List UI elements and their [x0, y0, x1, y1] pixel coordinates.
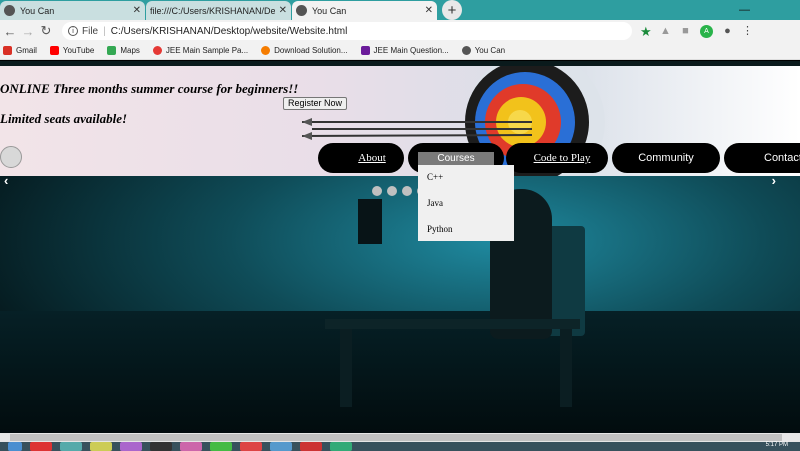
taskbar-app-icon[interactable] [90, 442, 112, 451]
taskbar-app-icon[interactable] [120, 442, 142, 451]
site-icon [152, 46, 162, 55]
tab-strip: You Can ✕ file:///C:/Users/KRISHANAN/Des… [0, 0, 800, 73]
camera-icon[interactable]: ■ [680, 25, 691, 37]
browser-toolbar: ← → ↻ i File | C:/Users/KRISHANAN/Deskto… [0, 20, 800, 42]
bookmark-gmail[interactable]: Gmail [3, 46, 37, 55]
taskbar-app-icon[interactable] [210, 442, 232, 451]
bookmark-jee-sample[interactable]: JEE Main Sample Pa... [152, 46, 249, 55]
taskbar-clock: 5:17 PM [765, 442, 788, 448]
forward-icon[interactable]: → [20, 24, 36, 39]
bookmark-you-can[interactable]: You Can [461, 46, 506, 55]
start-icon[interactable] [8, 442, 22, 451]
course-cpp[interactable]: C++ [418, 165, 514, 191]
slider-next-icon[interactable]: › [772, 173, 776, 188]
browser-tab-3[interactable]: You Can ✕ [292, 1, 437, 20]
slider-dot[interactable] [387, 186, 397, 196]
site-icon [261, 46, 271, 55]
extension-icon[interactable]: ▲ [660, 25, 671, 37]
course-python[interactable]: Python [418, 217, 514, 243]
banner-subline: Limited seats available! [0, 111, 128, 126]
maps-icon [107, 46, 117, 55]
course-java[interactable]: Java [418, 191, 514, 217]
address-bar[interactable]: i File | C:/Users/KRISHANAN/Desktop/webs… [62, 22, 632, 40]
new-tab-button[interactable]: + [442, 0, 462, 20]
globe-icon [4, 5, 15, 16]
taskbar-app-icon[interactable] [240, 442, 262, 451]
site-icon [360, 46, 370, 55]
info-icon[interactable]: i [68, 26, 78, 36]
bookmark-youtube[interactable]: YouTube [49, 46, 95, 55]
tab-title: file:///C:/Users/KRISHANAN/Desk [150, 5, 275, 16]
nav-about-label: About [358, 152, 386, 164]
taskbar-app-icon[interactable] [60, 442, 82, 451]
horizontal-scrollbar[interactable] [0, 433, 800, 442]
logo-image [0, 146, 22, 168]
nav-courses-label[interactable]: Courses [418, 152, 494, 165]
slider-prev-icon[interactable]: ‹ [4, 173, 8, 188]
close-icon[interactable]: ✕ [425, 5, 433, 16]
taskbar-app-icon[interactable] [150, 442, 172, 451]
hero-desk [325, 319, 580, 329]
bookmark-star-icon[interactable]: ★ [640, 25, 652, 38]
hero-desk-leg [340, 329, 352, 407]
slider-dot[interactable] [402, 186, 412, 196]
hero-monitor [358, 199, 382, 244]
nav-contact-label: Contact [764, 152, 800, 164]
courses-dropdown: C++ Java Python [418, 165, 514, 241]
bookmark-jee-question[interactable]: JEE Main Question... [360, 46, 449, 55]
nav-code-label: Code to Play [533, 152, 591, 164]
hero-floor [0, 311, 800, 433]
tab-title: You Can [312, 5, 347, 16]
bookmark-download-solution[interactable]: Download Solution... [261, 46, 348, 55]
windows-taskbar: 5:17 PM [0, 442, 800, 451]
extension-icon[interactable]: ● [722, 25, 733, 37]
bookmark-label: JEE Main Question... [373, 46, 449, 55]
bookmark-label: JEE Main Sample Pa... [165, 46, 249, 55]
nav-about[interactable]: About [318, 143, 404, 173]
menu-icon[interactable]: ⋮ [742, 25, 753, 37]
youtube-icon [49, 46, 59, 55]
toolbar-icons: ★ ▲ ■ A ● ⋮ [640, 24, 753, 38]
reload-icon[interactable]: ↻ [38, 23, 54, 39]
profile-avatar[interactable]: A [700, 24, 713, 38]
bookmark-label: You Can [474, 46, 506, 55]
taskbar-app-icon[interactable] [180, 442, 202, 451]
banner-headline: ONLINE Three months summer course for be… [0, 81, 299, 96]
back-icon[interactable]: ← [2, 24, 18, 39]
taskbar-app-icon[interactable] [330, 442, 352, 451]
gmail-icon [3, 46, 12, 55]
browser-tab-1[interactable]: You Can ✕ [0, 1, 145, 20]
bookmarks-bar: Gmail YouTube Maps JEE Main Sample Pa...… [0, 42, 800, 60]
url-text[interactable]: C:/Users/KRISHANAN/Desktop/website/Websi… [111, 26, 348, 37]
globe-icon [296, 5, 307, 16]
bookmark-label: Gmail [16, 46, 37, 55]
scrollbar-thumb[interactable] [10, 434, 782, 441]
web-page: ONLINE Three months summer course for be… [0, 61, 800, 433]
arrows-image [302, 118, 532, 140]
hero-desk-leg [560, 329, 572, 407]
taskbar-app-icon[interactable] [300, 442, 322, 451]
bookmark-maps[interactable]: Maps [107, 46, 140, 55]
url-scheme: File [82, 25, 99, 37]
bookmark-label: YouTube [62, 46, 95, 55]
tab-title: You Can [20, 5, 55, 16]
register-now-button[interactable]: Register Now [283, 97, 348, 110]
slider-dot[interactable] [372, 186, 382, 196]
url-separator: | [103, 25, 106, 37]
close-icon[interactable]: ✕ [279, 5, 287, 16]
globe-icon [461, 46, 471, 55]
taskbar-app-icon[interactable] [270, 442, 292, 451]
nav-contact[interactable]: Contact [724, 143, 800, 173]
bookmark-label: Maps [120, 46, 140, 55]
close-icon[interactable]: ✕ [133, 5, 141, 16]
nav-community[interactable]: Community [612, 143, 720, 173]
nav-code-to-play[interactable]: Code to Play [506, 143, 608, 173]
chrome-icon[interactable] [30, 442, 52, 451]
nav-community-label: Community [638, 152, 694, 164]
minimize-button[interactable]: — [739, 4, 750, 16]
bookmark-label: Download Solution... [274, 46, 348, 55]
browser-tab-2[interactable]: file:///C:/Users/KRISHANAN/Desk ✕ [146, 1, 291, 73]
